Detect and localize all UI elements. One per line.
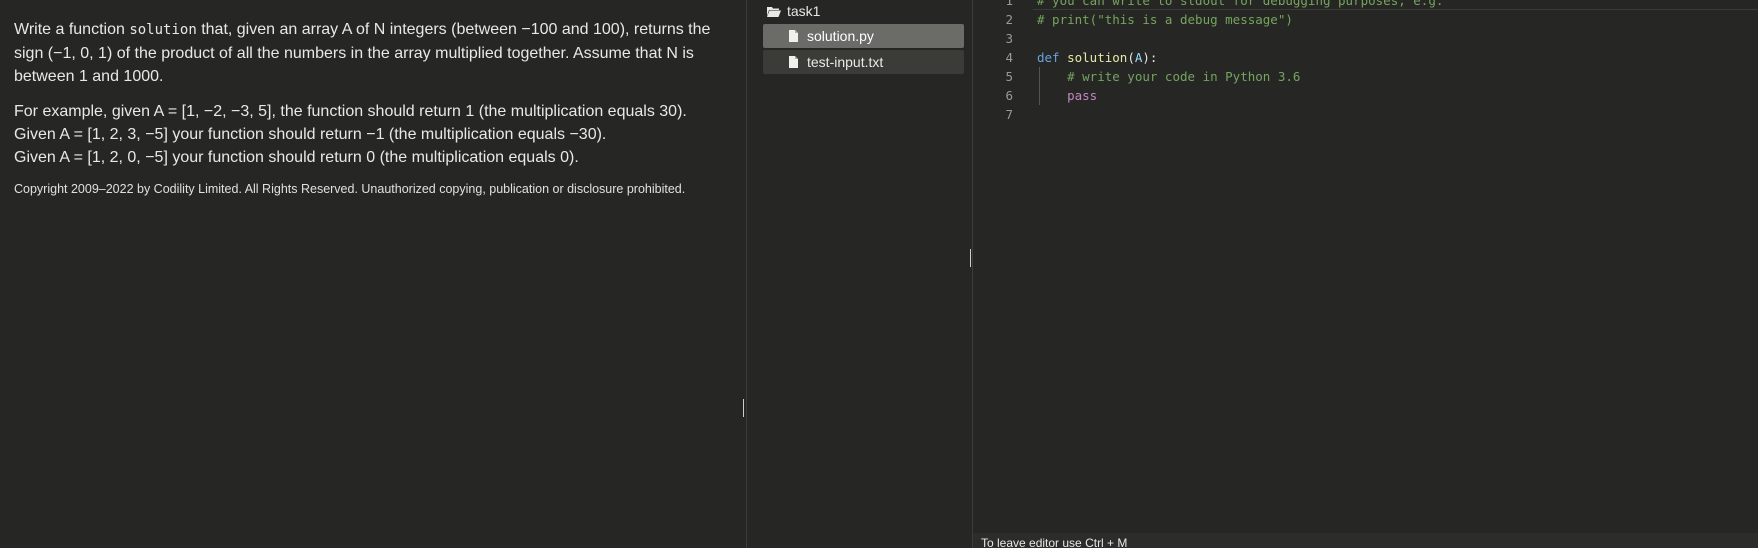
code-text[interactable] — [1013, 29, 1037, 48]
code-line[interactable]: 3 — [973, 29, 1758, 48]
function-name-code: solution — [129, 22, 197, 38]
code-pass-line[interactable]: pass — [1013, 86, 1097, 105]
task-text: Write a function — [14, 21, 130, 38]
code-line[interactable]: 7 — [973, 105, 1758, 124]
code-comment[interactable]: # write your code in Python 3.6 — [1013, 67, 1300, 86]
file-item-test-input-txt[interactable]: test-input.txt — [763, 50, 964, 74]
line-number: 3 — [1005, 31, 1013, 46]
folder-label: task1 — [787, 3, 821, 19]
line-number: 2 — [1005, 12, 1013, 27]
example-line: Given A = [1, 2, 0, −5] your function sh… — [14, 149, 579, 166]
file-icon — [789, 30, 798, 42]
file-label: solution.py — [807, 28, 874, 44]
indent-guide — [1039, 86, 1040, 105]
folder-open-icon — [767, 6, 781, 17]
code-def-line[interactable]: def solution(A): — [1013, 48, 1157, 67]
code-text[interactable] — [1013, 105, 1037, 124]
editor-status-bar: To leave editor use Ctrl + M — [973, 533, 1758, 548]
task-paragraph: Write a function solution that, given an… — [14, 18, 726, 88]
code-line[interactable]: 4 def solution(A): — [973, 48, 1758, 67]
editor-divider — [1033, 9, 1758, 10]
function-param: A — [1134, 50, 1143, 65]
codility-app: Write a function solution that, given an… — [0, 0, 1758, 548]
function-name: solution — [1067, 50, 1128, 65]
task-description-pane: Write a function solution that, given an… — [0, 0, 746, 548]
comment-text: # write your code in Python 3.6 — [1037, 69, 1301, 84]
example-line: Given A = [1, 2, 3, −5] your function sh… — [14, 126, 607, 143]
pass-keyword: pass — [1067, 88, 1098, 103]
line-number: 4 — [1005, 50, 1013, 65]
code-line[interactable]: 6 pass — [973, 86, 1758, 105]
def-keyword: def — [1037, 50, 1060, 65]
code-comment[interactable]: # print("this is a debug message") — [1013, 10, 1293, 29]
code-line[interactable]: 2 # print("this is a debug message") — [973, 10, 1758, 29]
code-editor[interactable]: 1 # you can write to stdout for debuggin… — [973, 0, 1758, 548]
line-number: 6 — [1005, 88, 1013, 103]
file-icon — [789, 56, 798, 68]
copyright-notice: Copyright 2009–2022 by Codility Limited.… — [14, 182, 686, 196]
folder-task1[interactable]: task1 — [755, 0, 964, 22]
file-label: test-input.txt — [807, 54, 884, 70]
code-lines[interactable]: 1 # you can write to stdout for debuggin… — [973, 0, 1758, 124]
file-tree-pane: task1 solution.py test-input.txt — [747, 0, 972, 548]
indent-guide — [1039, 67, 1040, 86]
line-number: 5 — [1005, 69, 1013, 84]
examples-paragraph: For example, given A = [1, −2, −3, 5], t… — [14, 100, 726, 169]
line-number: 7 — [1005, 107, 1013, 122]
line-number: 1 — [1005, 0, 1013, 8]
code-line[interactable]: 5 # write your code in Python 3.6 — [973, 67, 1758, 86]
file-item-solution-py[interactable]: solution.py — [763, 24, 964, 48]
example-line: For example, given A = [1, −2, −3, 5], t… — [14, 103, 687, 120]
